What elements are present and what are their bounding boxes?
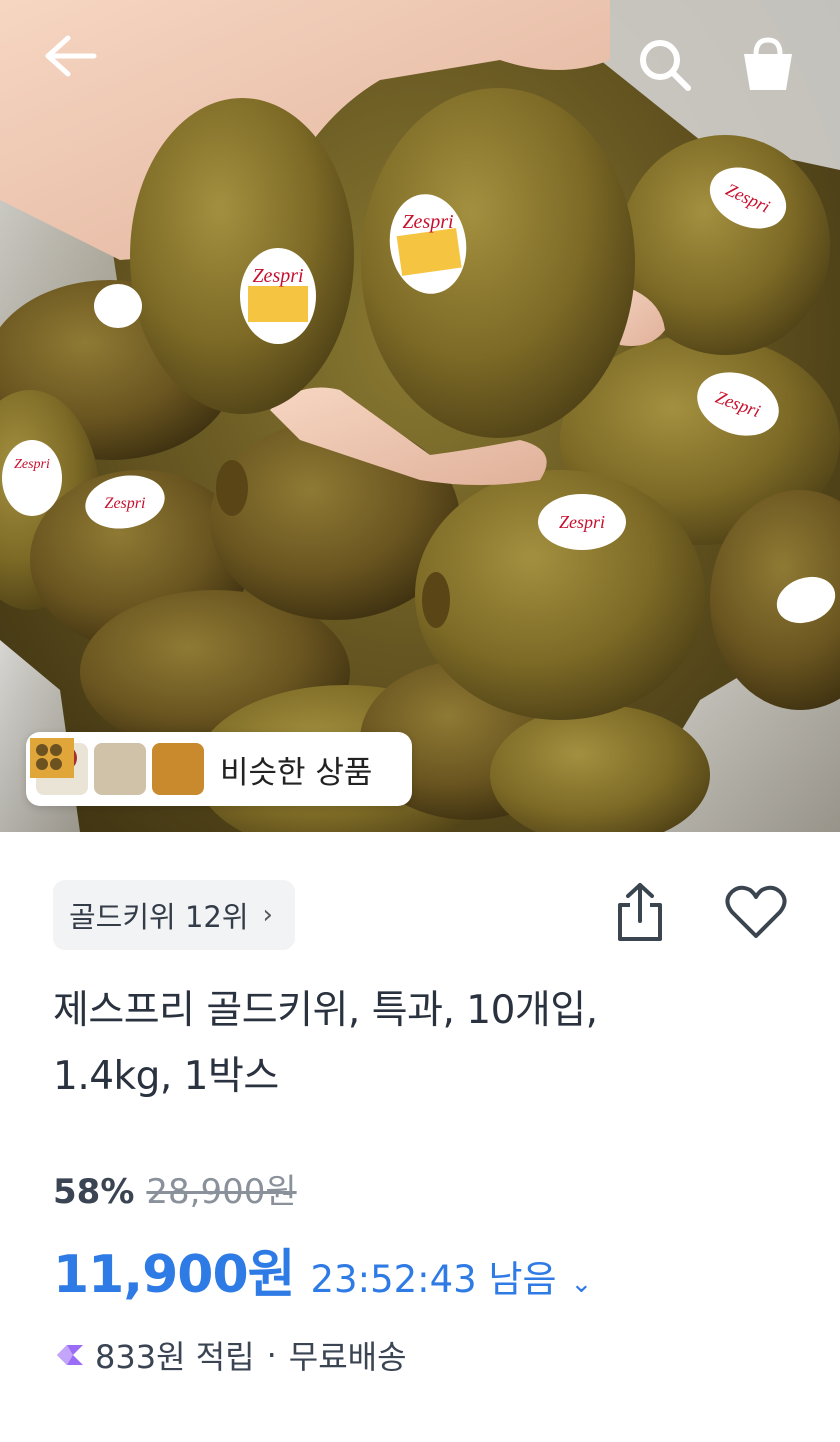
similar-products-button[interactable]: 비슷한 상품 <box>26 732 412 806</box>
similar-product-thumbnail <box>30 738 204 795</box>
back-button[interactable] <box>42 34 106 98</box>
cart-button[interactable] <box>740 34 804 98</box>
share-icon <box>618 883 662 941</box>
arrow-left-icon <box>45 35 97 77</box>
ranking-label: 골드키위 12위 <box>69 900 249 934</box>
similar-product-thumbnail <box>30 743 146 795</box>
discount-rate: 58% <box>53 1172 135 1212</box>
svg-text:Zespri: Zespri <box>105 495 146 512</box>
product-image[interactable]: Zespri Zespri Zespri Zespri Zespri Zespr… <box>0 0 840 832</box>
similar-products-label: 비슷한 상품 <box>220 754 373 791</box>
deal-timer: 23:52:43 남음 <box>310 1258 557 1301</box>
search-button[interactable] <box>634 34 698 98</box>
price-row: 11,900원 23:52:43 남음 ⌄ <box>53 1232 592 1307</box>
ranking-chip[interactable]: 골드키위 12위 › <box>53 880 295 950</box>
sticker: Zespri <box>240 248 316 344</box>
shipping-text: 무료배송 <box>288 1338 407 1376</box>
product-title-line: 1.4kg, 1박스 <box>53 1054 279 1099</box>
svg-text:Zespri: Zespri <box>402 211 453 233</box>
search-icon <box>640 40 691 91</box>
svg-text:Zespri: Zespri <box>14 457 50 472</box>
chevron-down-icon[interactable]: ⌄ <box>571 1269 593 1299</box>
reward-icon <box>57 1345 83 1365</box>
reward-text: 833원 적립 <box>95 1338 255 1376</box>
share-button[interactable] <box>608 876 672 948</box>
product-title-line: 제스프리 골드키위, 특과, 10개입, <box>53 988 598 1033</box>
kiwi-photo: Zespri Zespri Zespri Zespri Zespri Zespr… <box>0 0 840 832</box>
separator: · <box>266 1336 277 1374</box>
chevron-right-icon: › <box>262 900 273 930</box>
product-title: 제스프리 골드키위, 특과, 10개입, 1.4kg, 1박스 <box>53 978 793 1110</box>
wishlist-button[interactable] <box>720 876 792 948</box>
svg-text:Zespri: Zespri <box>559 512 605 532</box>
benefits-row: 833원 적립 · 무료배송 <box>53 1332 407 1378</box>
discount-row: 58% 28,900원 <box>53 1164 297 1213</box>
heart-icon <box>725 885 787 938</box>
sale-price: 11,900원 <box>53 1245 296 1305</box>
svg-text:Zespri: Zespri <box>252 265 303 287</box>
original-price: 28,900원 <box>146 1172 297 1212</box>
shopping-bag-icon <box>744 37 792 90</box>
